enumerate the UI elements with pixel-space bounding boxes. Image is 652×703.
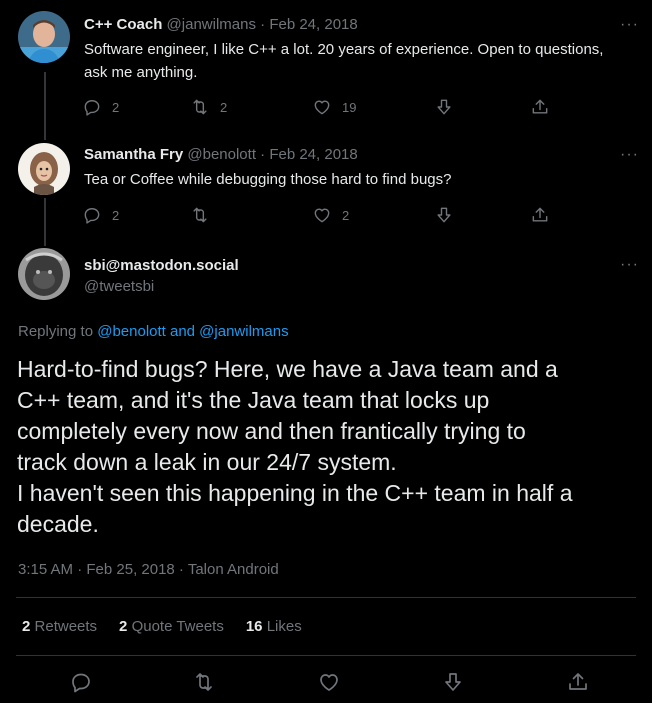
downvote-icon <box>445 673 461 691</box>
share-button[interactable] <box>530 95 550 119</box>
separator: · <box>260 146 266 163</box>
replying-prefix: Replying to <box>18 323 94 340</box>
retweet-icon <box>193 99 207 115</box>
divider <box>16 597 636 598</box>
reply-button[interactable] <box>69 670 93 694</box>
reply-icon <box>84 100 100 116</box>
like-count: 2 <box>342 207 350 223</box>
retweet-count: 2 <box>220 99 228 115</box>
thread-line <box>44 198 46 246</box>
tweet-text: Tea or Coffee while debugging those hard… <box>84 171 452 188</box>
engagement-stats: 2 Retweets 2 Quote Tweets 16 Likes <box>22 618 302 635</box>
share-icon <box>532 207 548 222</box>
tweet-date[interactable]: Feb 24, 2018 <box>269 16 357 33</box>
downvote-button[interactable] <box>434 95 454 119</box>
tweet-header: Samantha Fry @benolott · Feb 24, 2018 <box>84 145 358 165</box>
quote-tweets-stat[interactable]: 2 Quote Tweets <box>119 618 224 635</box>
text-line: C++ team, and it's the Java team that lo… <box>17 387 490 413</box>
share-button[interactable] <box>566 670 590 694</box>
handle[interactable]: @benolott <box>187 146 256 163</box>
downvote-icon <box>437 207 451 223</box>
text-line: completely every now and then franticall… <box>17 418 526 444</box>
text-line: Hard-to-find bugs? Here, we have a Java … <box>17 356 558 382</box>
handle[interactable]: @tweetsbi <box>84 277 154 297</box>
share-icon <box>569 673 587 690</box>
avatar[interactable] <box>18 248 70 300</box>
like-button[interactable]: 19 <box>312 95 356 119</box>
tweet-date[interactable]: Feb 24, 2018 <box>269 146 357 163</box>
like-button[interactable]: 2 <box>312 203 349 227</box>
like-icon <box>314 208 330 223</box>
more-icon[interactable]: ··· <box>620 147 638 164</box>
tweet-actions: 2 2 <box>78 203 568 227</box>
divider <box>16 655 636 656</box>
thread-line <box>44 72 46 140</box>
more-icon[interactable]: ··· <box>620 257 638 274</box>
downvote-button[interactable] <box>434 203 454 227</box>
display-name[interactable]: Samantha Fry <box>84 146 183 163</box>
separator: · <box>260 16 266 33</box>
reply-icon <box>72 673 90 693</box>
share-button[interactable] <box>530 203 550 227</box>
reply-icon <box>84 208 100 224</box>
retweet-button[interactable] <box>190 203 220 227</box>
retweet-button[interactable]: 2 <box>190 95 227 119</box>
like-icon <box>314 100 330 115</box>
reply-count: 2 <box>112 99 120 115</box>
avatar[interactable] <box>18 11 70 63</box>
downvote-icon <box>437 99 451 115</box>
retweet-button[interactable] <box>192 670 216 694</box>
avatar[interactable] <box>18 143 70 195</box>
share-icon <box>532 99 548 114</box>
tweet-actions: 2 2 19 <box>78 95 568 119</box>
text-line: I haven't seen this happening in the C++… <box>17 480 573 506</box>
retweet-icon <box>193 207 207 223</box>
reply-button[interactable]: 2 <box>82 203 119 227</box>
likes-stat[interactable]: 16 Likes <box>246 618 302 635</box>
timestamp[interactable]: 3:15 AM · Feb 25, 2018 · Talon Android <box>18 560 279 580</box>
like-count: 19 <box>342 99 357 115</box>
display-name[interactable]: C++ Coach <box>84 16 162 33</box>
display-name[interactable]: sbi@mastodon.social <box>84 257 239 274</box>
more-icon[interactable]: ··· <box>620 17 638 34</box>
main-tweet-text: Hard-to-find bugs? Here, we have a Java … <box>17 354 637 540</box>
tweet-header: sbi@mastodon.social <box>84 256 239 276</box>
replying-to-link[interactable]: @benolott and @janwilmans <box>97 323 288 340</box>
like-button[interactable] <box>317 670 341 694</box>
text-line: track down a leak in our 24/7 system. <box>17 449 397 475</box>
reply-count: 2 <box>112 207 120 223</box>
tweet-text: Software engineer, I like C++ a lot. 20 … <box>84 41 604 81</box>
retweets-stat[interactable]: 2 Retweets <box>22 618 97 635</box>
retweet-icon <box>196 673 212 691</box>
text-line: decade. <box>17 511 99 537</box>
tweet-header: C++ Coach @janwilmans · Feb 24, 2018 <box>84 15 358 35</box>
main-tweet-actions <box>0 670 652 696</box>
like-icon <box>320 674 338 691</box>
handle[interactable]: @janwilmans <box>167 16 256 33</box>
downvote-button[interactable] <box>441 670 465 694</box>
replying-to: Replying to @benolott and @janwilmans <box>18 322 289 342</box>
reply-button[interactable]: 2 <box>82 95 119 119</box>
